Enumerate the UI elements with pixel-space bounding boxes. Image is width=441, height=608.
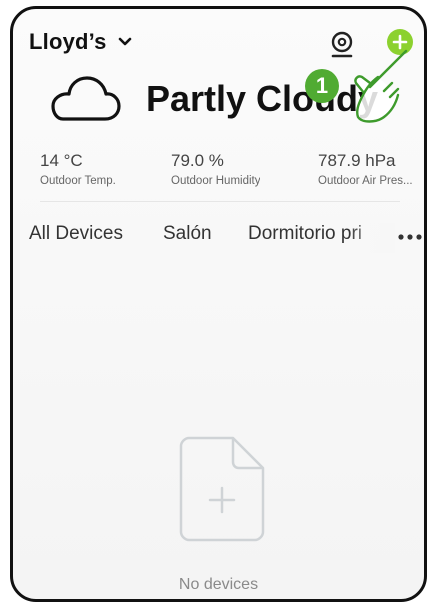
stat-value: 14 °C	[40, 151, 83, 170]
add-file-icon	[179, 436, 265, 542]
empty-state-label: No devices	[178, 576, 259, 593]
weather-stats: 14 °C Outdoor Temp. 79.0 % Outdoor Humid…	[40, 151, 420, 201]
tab-dormitorio[interactable]: Dormitorio pri	[248, 223, 362, 245]
step-badge: 1	[305, 69, 339, 103]
chevron-down-icon	[118, 37, 131, 46]
home-selector[interactable]: Lloyd’s	[29, 29, 135, 55]
stat-outdoor-air-pressure: 787.9 hPa Outdoor Air Pres...	[318, 151, 420, 187]
app-screen: Lloyd’s Partly Cloudy 14 °C Outdoor Temp…	[10, 6, 427, 602]
add-device-button[interactable]	[387, 29, 413, 55]
tab-salon[interactable]: Salón	[163, 223, 212, 245]
home-name: Lloyd’s	[29, 29, 107, 54]
stat-value: 787.9 hPa	[318, 151, 396, 170]
tab-all-devices[interactable]: All Devices	[29, 223, 123, 245]
tab-fade	[349, 223, 395, 253]
stat-label: Outdoor Air Pres...	[318, 175, 413, 187]
weather-condition: Partly Cloudy	[146, 78, 379, 119]
cloud-icon	[51, 76, 121, 121]
divider	[40, 201, 400, 202]
stat-outdoor-temp: 14 °C Outdoor Temp.	[40, 151, 116, 187]
stat-outdoor-humidity: 79.0 % Outdoor Humidity	[171, 151, 260, 187]
more-icon[interactable]	[395, 225, 425, 249]
room-tabs: All Devices Salón Dormitorio pri	[29, 223, 422, 253]
stat-label: Outdoor Humidity	[171, 175, 261, 187]
stat-label: Outdoor Temp.	[40, 175, 116, 187]
plus-icon	[392, 34, 408, 50]
camera-icon[interactable]	[329, 31, 355, 59]
stat-value: 79.0 %	[171, 151, 224, 170]
